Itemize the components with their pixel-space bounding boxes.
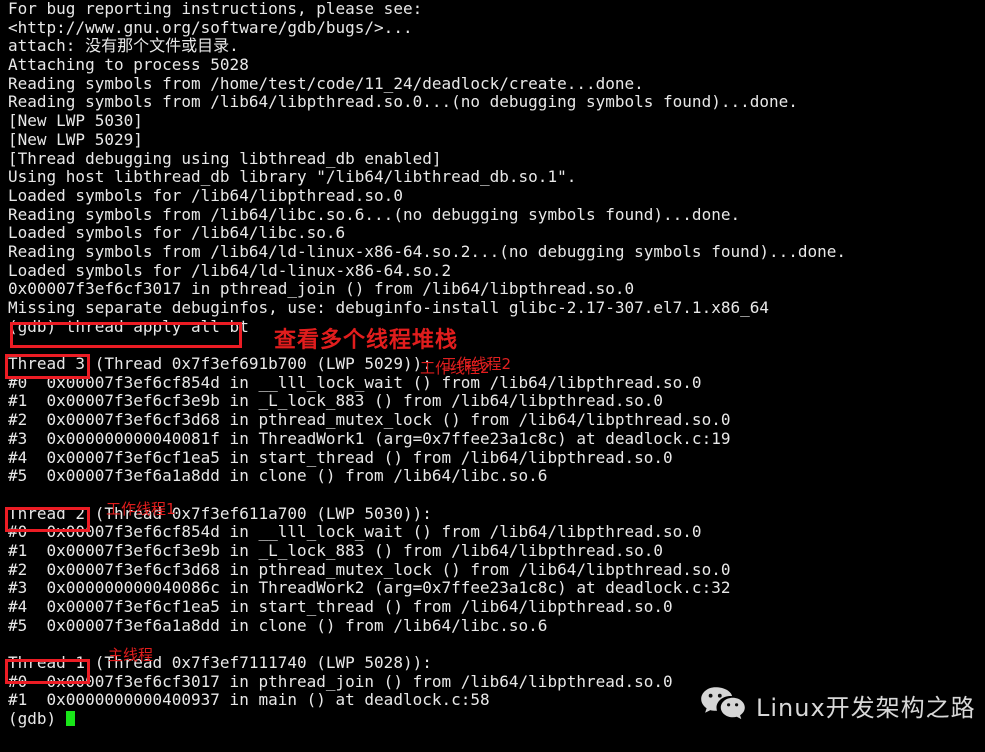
terminal-window: For bug reporting instructions, please s… bbox=[0, 0, 985, 752]
thread1-header: Thread 1 (Thread 0x7f3ef7111740 (LWP 502… bbox=[8, 653, 432, 673]
terminal-line: For bug reporting instructions, please s… bbox=[8, 0, 423, 18]
terminal-command-line: (gdb) thread apply all bt bbox=[8, 316, 249, 336]
terminal-line: #5 0x00007f3ef6a1a8dd in clone () from /… bbox=[8, 615, 548, 635]
terminal-line: Attaching to process 5028 bbox=[8, 55, 249, 75]
terminal-line: #2 0x00007f3ef6cf3d68 in pthread_mutex_l… bbox=[8, 559, 731, 579]
terminal-output: For bug reporting instructions, please s… bbox=[8, 0, 985, 729]
callout-worker-thread1: 工作线程1 bbox=[106, 500, 176, 518]
terminal-line: Loaded symbols for /lib64/ld-linux-x86-6… bbox=[8, 260, 452, 280]
terminal-line: #1 0x00007f3ef6cf3e9b in _L_lock_883 () … bbox=[8, 391, 664, 411]
callout-multi-thread: 查看多个线程堆栈 bbox=[274, 328, 459, 353]
terminal-line: Using host libthread_db library "/lib64/… bbox=[8, 167, 577, 187]
terminal-line: Reading symbols from /home/test/code/11_… bbox=[8, 73, 644, 93]
terminal-line: <http://www.gnu.org/software/gdb/bugs/>.… bbox=[8, 17, 413, 37]
terminal-line: attach: 没有那个文件或目录. bbox=[8, 36, 239, 56]
terminal-line: [New LWP 5030] bbox=[8, 111, 143, 131]
terminal-line: Loaded symbols for /lib64/libc.so.6 bbox=[8, 223, 346, 243]
callout-worker-thread2: 工作线程2 bbox=[420, 359, 490, 377]
terminal-line: #5 0x00007f3ef6a1a8dd in clone () from /… bbox=[8, 466, 548, 486]
prompt-text: (gdb) bbox=[8, 709, 66, 729]
terminal-line: #2 0x00007f3ef6cf3d68 in pthread_mutex_l… bbox=[8, 410, 731, 430]
callout-main-thread: 主线程 bbox=[108, 646, 154, 664]
terminal-line: Reading symbols from /lib64/libpthread.s… bbox=[8, 92, 798, 112]
terminal-line: 0x00007f3ef6cf3017 in pthread_join () fr… bbox=[8, 279, 635, 299]
terminal-line: #1 0x00007f3ef6cf3e9b in _L_lock_883 () … bbox=[8, 540, 664, 560]
terminal-line: Missing separate debuginfos, use: debugi… bbox=[8, 298, 769, 317]
terminal-line: #4 0x00007f3ef6cf1ea5 in start_thread ()… bbox=[8, 597, 673, 616]
terminal-line: #3 0x000000000040081f in ThreadWork1 (ar… bbox=[8, 428, 731, 448]
terminal-line: #3 0x000000000040086c in ThreadWork2 (ar… bbox=[8, 578, 731, 598]
thread3-header: Thread 3 (Thread 0x7f3ef691b700 (LWP 502… bbox=[8, 354, 985, 374]
terminal-line: #4 0x00007f3ef6cf1ea5 in start_thread ()… bbox=[8, 447, 673, 467]
watermark-text: Linux开发架构之路 bbox=[756, 693, 976, 722]
terminal-line: #0 0x00007f3ef6cf854d in __lll_lock_wait… bbox=[8, 372, 702, 392]
watermark: Linux开发架构之路 bbox=[700, 686, 976, 724]
thread3-header-text: Thread 3 (Thread 0x7f3ef691b700 (LWP 502… bbox=[8, 354, 442, 374]
cursor-block bbox=[65, 711, 75, 727]
terminal-line: #0 0x00007f3ef6cf854d in __lll_lock_wait… bbox=[8, 522, 702, 542]
terminal-line: [Thread debugging using libthread_db ena… bbox=[8, 148, 442, 168]
terminal-line: [New LWP 5029] bbox=[8, 129, 143, 149]
terminal-line: Reading symbols from /lib64/libc.so.6...… bbox=[8, 204, 741, 224]
wechat-icon bbox=[700, 686, 746, 724]
terminal-line: Reading symbols from /lib64/ld-linux-x86… bbox=[8, 241, 847, 261]
terminal-line: Loaded symbols for /lib64/libpthread.so.… bbox=[8, 185, 403, 205]
